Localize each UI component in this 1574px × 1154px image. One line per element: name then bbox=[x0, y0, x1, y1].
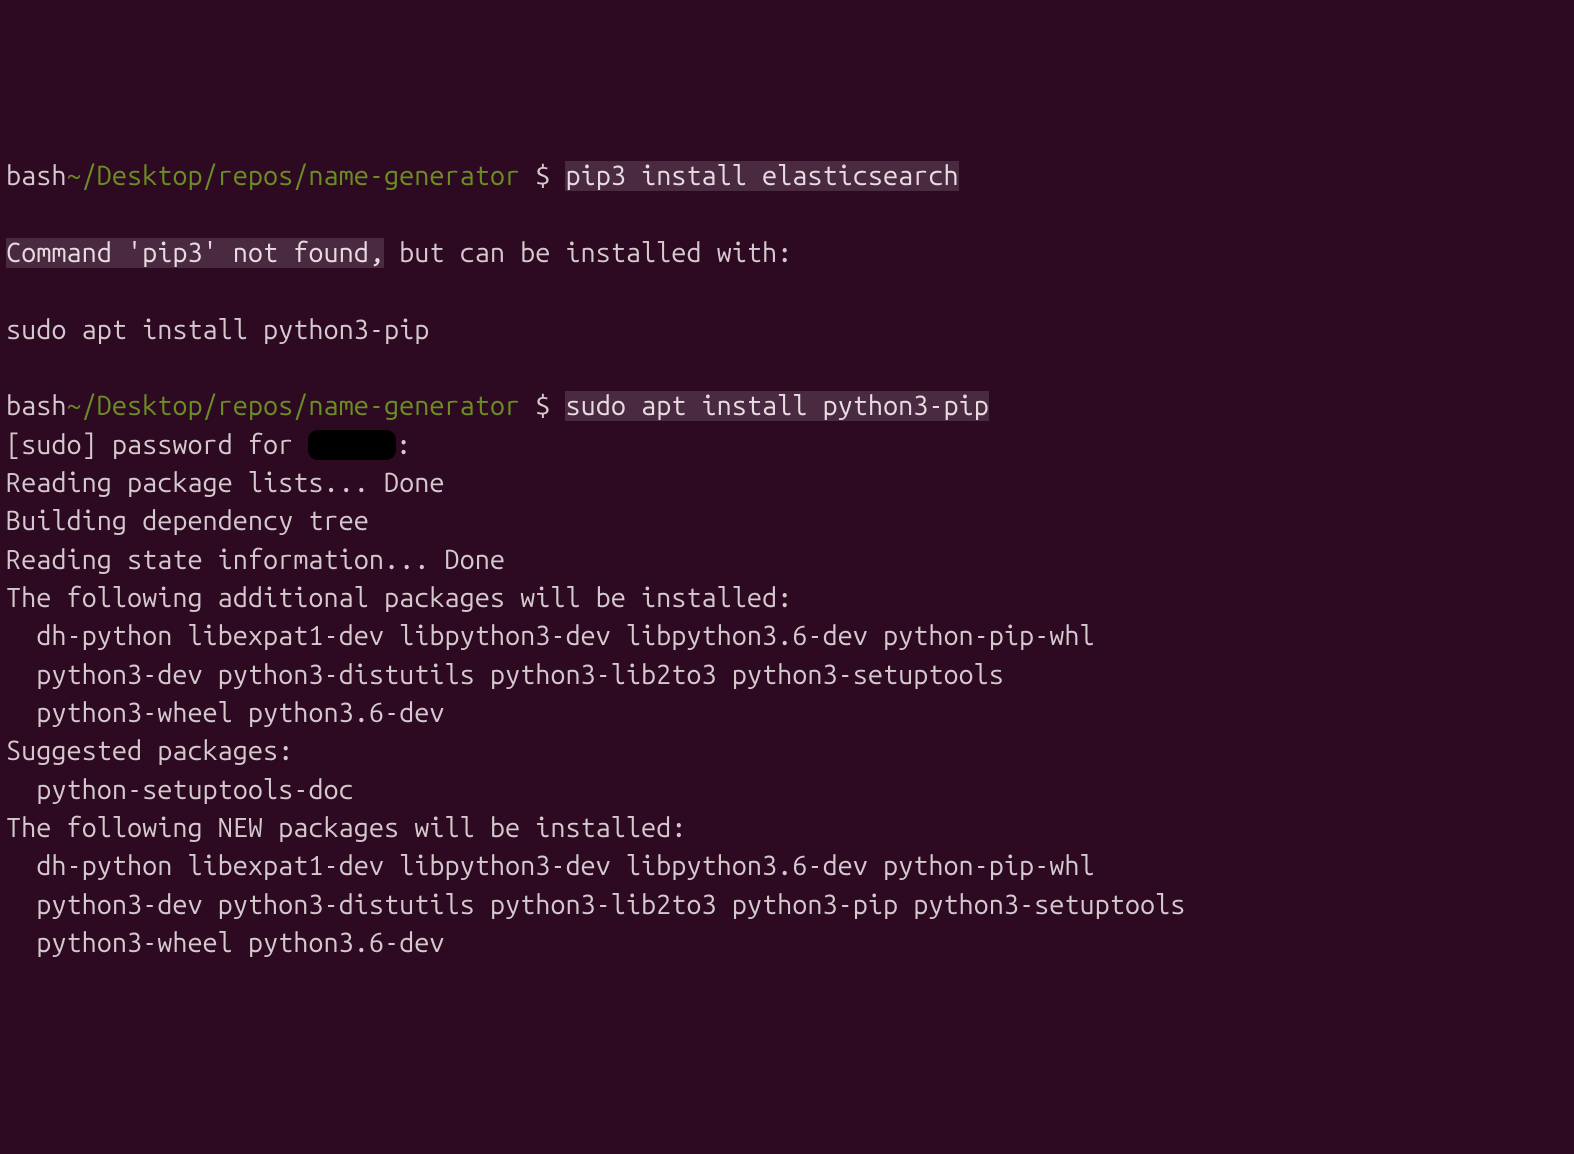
prompt-symbol: $ bbox=[520, 391, 565, 421]
apt-output-line: Reading state information... Done bbox=[6, 545, 505, 575]
apt-output-line: python3-wheel python3.6-dev bbox=[6, 698, 444, 728]
error-rest: but can be installed with: bbox=[384, 238, 792, 268]
error-not-found: Command 'pip3' not found, bbox=[6, 238, 384, 268]
command-apt-install: sudo apt install python3-pip bbox=[565, 391, 988, 421]
apt-output-line: python3-dev python3-distutils python3-li… bbox=[6, 660, 1004, 690]
apt-output-line: dh-python libexpat1-dev libpython3-dev l… bbox=[6, 621, 1095, 651]
apt-output-line: python-setuptools-doc bbox=[6, 775, 354, 805]
apt-output-line: python3-wheel python3.6-dev bbox=[6, 928, 444, 958]
cwd-path: ~/Desktop/repos/name-generator bbox=[66, 391, 520, 421]
sudo-prompt-suffix: : bbox=[396, 430, 411, 460]
apt-output-line: Suggested packages: bbox=[6, 736, 293, 766]
apt-output-line: The following NEW packages will be insta… bbox=[6, 813, 686, 843]
redacted-username: xxxxx bbox=[308, 430, 396, 460]
shell-label: bash bbox=[6, 391, 66, 421]
apt-output-line: python3-dev python3-distutils python3-li… bbox=[6, 890, 1185, 920]
apt-output-line: The following additional packages will b… bbox=[6, 583, 792, 613]
terminal-content[interactable]: bash~/Desktop/repos/name-generator $ pip… bbox=[6, 157, 1568, 962]
terminal-window[interactable]: { "prompt1": { "shell": "bash", "path": … bbox=[0, 0, 1574, 844]
prompt-symbol: $ bbox=[520, 161, 565, 191]
sudo-prompt-prefix: [sudo] password for bbox=[6, 430, 308, 460]
apt-output-line: Reading package lists... Done bbox=[6, 468, 444, 498]
cwd-path: ~/Desktop/repos/name-generator bbox=[66, 161, 520, 191]
apt-output-line: dh-python libexpat1-dev libpython3-dev l… bbox=[6, 851, 1095, 881]
command-pip-install: pip3 install elasticsearch bbox=[565, 161, 958, 191]
apt-output-line: Building dependency tree bbox=[6, 506, 369, 536]
shell-label: bash bbox=[6, 161, 66, 191]
install-suggestion: sudo apt install python3-pip bbox=[6, 315, 429, 345]
